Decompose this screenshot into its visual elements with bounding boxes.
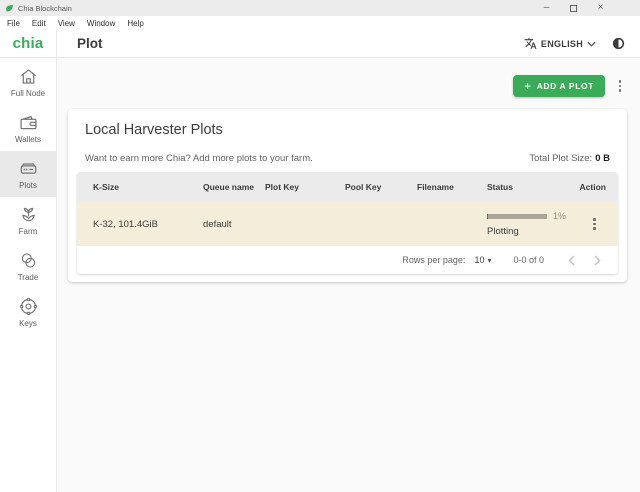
row-action-kebab-icon[interactable] <box>588 216 602 232</box>
rows-per-page-select[interactable]: 10 ▾ <box>474 255 491 265</box>
progress-track <box>487 214 547 219</box>
col-queue-name: Queue name <box>203 182 265 192</box>
plots-table: K-Size Queue name Plot Key Pool Key File… <box>77 172 618 274</box>
rows-per-page-value: 10 <box>474 255 484 265</box>
menu-view[interactable]: View <box>58 19 75 28</box>
col-filename: Filename <box>417 182 487 192</box>
menu-window[interactable]: Window <box>87 19 115 28</box>
sidebar-item-label: Farm <box>19 227 38 236</box>
col-plot-key: Plot Key <box>265 182 345 192</box>
toolbar-kebab-menu-icon[interactable] <box>613 78 627 94</box>
home-icon <box>18 66 39 87</box>
card-subtitle: Want to earn more Chia? Add more plots t… <box>85 153 313 164</box>
cell-k-size: K-32, 101.4GiB <box>93 219 203 230</box>
table-header-row: K-Size Queue name Plot Key Pool Key File… <box>77 172 618 202</box>
app-header: chia Plot ENGLISH <box>0 30 640 58</box>
sidebar-item-plots[interactable]: Plots <box>0 151 56 197</box>
menu-edit[interactable]: Edit <box>32 19 46 28</box>
sidebar-item-full-node[interactable]: Full Node <box>0 59 56 105</box>
sidebar-item-label: Wallets <box>15 135 41 144</box>
chia-leaf-icon <box>5 4 14 13</box>
sidebar-item-label: Keys <box>19 319 37 328</box>
minimize-icon[interactable]: – <box>533 0 560 16</box>
table-row: K-32, 101.4GiB default 1% Plotting <box>77 202 618 246</box>
language-selector[interactable]: ENGLISH <box>524 37 596 50</box>
menu-bar: File Edit View Window Help <box>0 16 640 30</box>
total-plot-size-label: Total Plot Size: <box>529 153 592 164</box>
window-title: Chia Blockchain <box>18 4 72 13</box>
dropdown-arrow-icon: ▾ <box>487 256 491 265</box>
total-plot-size-value: 0 B <box>595 153 610 164</box>
chevron-left-icon <box>568 255 575 266</box>
main-content: + ADD A PLOT Local Harvester Plots Want … <box>57 58 640 492</box>
col-status: Status <box>487 182 577 192</box>
translate-icon <box>524 37 537 50</box>
col-k-size: K-Size <box>93 182 203 192</box>
next-page-button[interactable] <box>584 250 610 270</box>
card-title: Local Harvester Plots <box>77 122 618 138</box>
dark-mode-icon <box>611 36 626 51</box>
sidebar-item-keys[interactable]: Keys <box>0 289 56 335</box>
sidebar-item-label: Trade <box>18 273 39 282</box>
status-text: Plotting <box>487 226 577 237</box>
chevron-right-icon <box>594 255 601 266</box>
col-pool-key: Pool Key <box>345 182 417 192</box>
maximize-box-glyph <box>570 5 577 12</box>
language-label: ENGLISH <box>541 39 583 49</box>
maximize-icon[interactable] <box>560 0 587 16</box>
app-body: Full Node Wallets Plots <box>0 58 640 492</box>
progress-percent: 1% <box>553 211 566 221</box>
local-harvester-plots-card: Local Harvester Plots Want to earn more … <box>68 109 627 282</box>
sidebar-item-trade[interactable]: Trade <box>0 243 56 289</box>
rows-per-page-label: Rows per page: <box>402 255 465 265</box>
close-icon[interactable]: × <box>587 0 614 16</box>
prev-page-button[interactable] <box>558 250 584 270</box>
col-action: Action <box>577 182 618 192</box>
sidebar-item-label: Full Node <box>11 89 45 98</box>
sidebar-item-wallets[interactable]: Wallets <box>0 105 56 151</box>
drive-icon <box>18 158 39 179</box>
sidebar-nav: Full Node Wallets Plots <box>0 58 57 492</box>
menu-help[interactable]: Help <box>127 19 143 28</box>
chia-logo-text: chia <box>13 35 44 52</box>
wallet-icon <box>18 112 39 133</box>
table-pagination: Rows per page: 10 ▾ 0-0 of 0 <box>77 246 618 274</box>
total-plot-size: Total Plot Size:0 B <box>529 153 610 164</box>
sidebar-item-farm[interactable]: Farm <box>0 197 56 243</box>
os-titlebar: Chia Blockchain – × <box>0 0 640 16</box>
keys-icon <box>18 296 39 317</box>
card-subrow: Want to earn more Chia? Add more plots t… <box>77 153 618 164</box>
dark-mode-toggle[interactable] <box>611 36 626 51</box>
cell-status: 1% Plotting <box>487 211 577 237</box>
trade-circles-icon <box>18 250 39 271</box>
cell-action <box>577 216 618 232</box>
chia-logo: chia <box>0 30 57 57</box>
add-a-plot-label: ADD A PLOT <box>537 81 594 91</box>
plot-toolbar: + ADD A PLOT <box>68 75 627 97</box>
plus-icon: + <box>524 80 532 92</box>
add-a-plot-button[interactable]: + ADD A PLOT <box>513 75 605 97</box>
menu-file[interactable]: File <box>7 19 20 28</box>
progress-fill <box>487 214 488 219</box>
progress-bar: 1% <box>487 211 577 221</box>
page-title: Plot <box>77 30 103 57</box>
chevron-down-icon <box>587 41 596 47</box>
appbar-actions: ENGLISH <box>524 30 640 57</box>
plant-icon <box>18 204 39 225</box>
window-controls: – × <box>533 0 640 16</box>
cell-queue-name: default <box>203 219 265 230</box>
pagination-range: 0-0 of 0 <box>513 255 544 265</box>
sidebar-item-label: Plots <box>19 181 37 190</box>
